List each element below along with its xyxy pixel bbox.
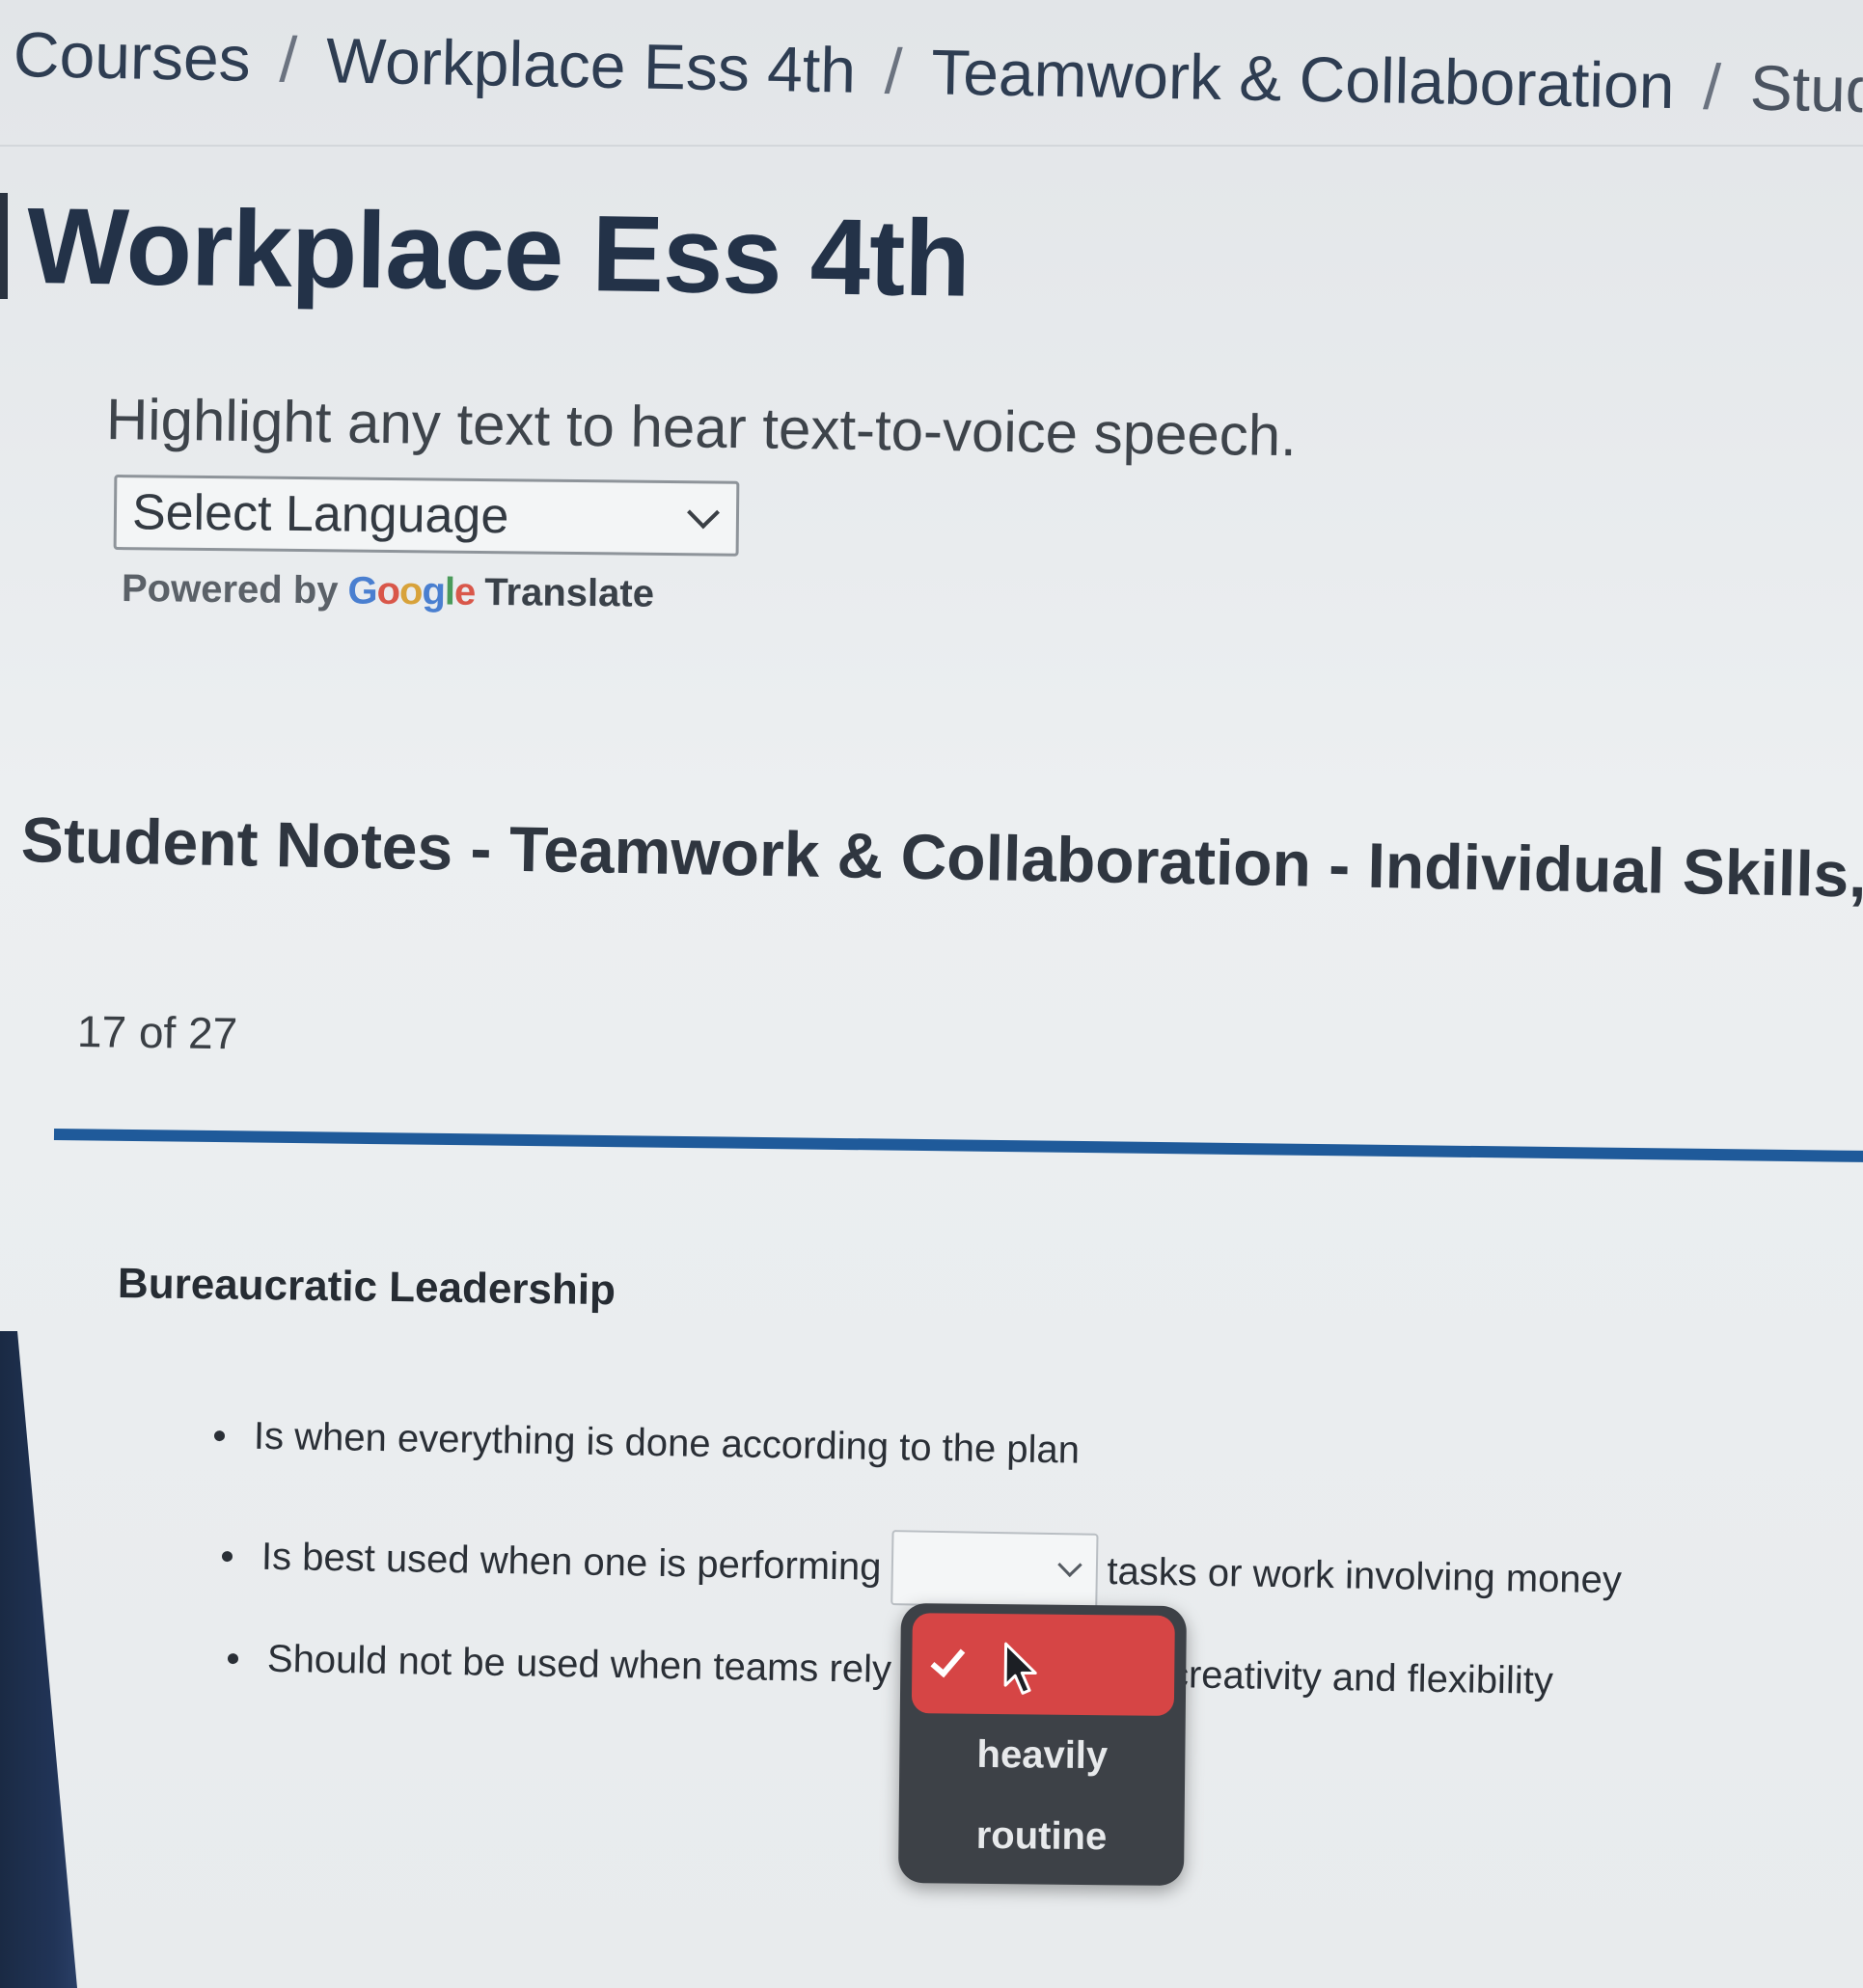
course-title: Workplace Ess 4th <box>26 185 971 319</box>
breadcrumb-course[interactable]: Workplace Ess 4th <box>325 23 856 107</box>
list-item: Should not be used when teams rely creat… <box>227 1620 1553 1719</box>
list-item-text: Should not be used when teams rely <box>266 1637 892 1691</box>
google-logo-letter: G <box>347 569 377 613</box>
list-item-text: creativity and flexibility <box>1168 1652 1554 1702</box>
list-item: Is when everything is done according to … <box>213 1414 1081 1473</box>
breadcrumb-courses[interactable]: Courses <box>13 17 251 95</box>
google-logo[interactable]: Google <box>347 569 475 613</box>
breadcrumb-separator: / <box>279 23 298 95</box>
google-logo-letter: e <box>453 570 476 613</box>
chevron-down-icon <box>1056 1552 1082 1578</box>
google-logo-letter: l <box>444 570 455 613</box>
section-title: Bureaucratic Leadership <box>117 1260 616 1315</box>
breadcrumb-separator: / <box>884 35 904 107</box>
list-item-text: Is when everything is done according to … <box>253 1414 1081 1472</box>
breadcrumb: Courses / Workplace Ess 4th / Teamwork &… <box>13 17 1863 126</box>
bullet-dot <box>227 1652 239 1664</box>
list-item-text: tasks or work involving money <box>1107 1549 1623 1601</box>
left-edge-accent <box>0 193 8 299</box>
notes-heading: Student Notes - Teamwork & Collaboration… <box>20 803 1863 912</box>
progress-divider <box>53 1129 1863 1163</box>
language-select[interactable]: Select Language <box>113 475 740 557</box>
checkmark-icon <box>930 1641 966 1678</box>
dropdown-menu: heavily routine <box>897 1603 1187 1887</box>
chevron-down-icon <box>687 496 720 530</box>
page: Courses / Workplace Ess 4th / Teamwork &… <box>0 0 1863 1988</box>
dropdown-option-selected-blank[interactable] <box>911 1613 1175 1716</box>
translate-label: Translate <box>484 570 655 615</box>
language-select-value: Select Language <box>131 484 509 545</box>
powered-by-label: Powered by <box>121 567 339 613</box>
breadcrumb-separator: / <box>1702 50 1722 123</box>
google-logo-letter: g <box>422 570 446 613</box>
header-divider <box>0 145 1863 147</box>
dropdown-option-routine[interactable]: routine <box>910 1794 1173 1878</box>
breadcrumb-current: Student Not <box>1749 51 1863 126</box>
left-side-rail <box>0 1331 77 1988</box>
google-logo-letter: o <box>398 570 423 613</box>
dropdown-option-heavily[interactable]: heavily <box>911 1713 1174 1797</box>
page-counter: 17 of 27 <box>76 1006 238 1059</box>
blank-select-1[interactable] <box>890 1530 1099 1609</box>
list-item-text: Is best used when one is performing <box>260 1535 882 1589</box>
breadcrumb-module[interactable]: Teamwork & Collaboration <box>931 35 1676 123</box>
powered-by-google-translate: Powered by Google Translate <box>122 567 654 616</box>
google-logo-letter: o <box>376 569 400 613</box>
text-to-speech-hint: Highlight any text to hear text-to-voice… <box>105 387 1298 469</box>
bullet-dot <box>213 1430 226 1442</box>
bullet-dot <box>221 1550 233 1562</box>
mouse-cursor-icon <box>1003 1642 1037 1695</box>
